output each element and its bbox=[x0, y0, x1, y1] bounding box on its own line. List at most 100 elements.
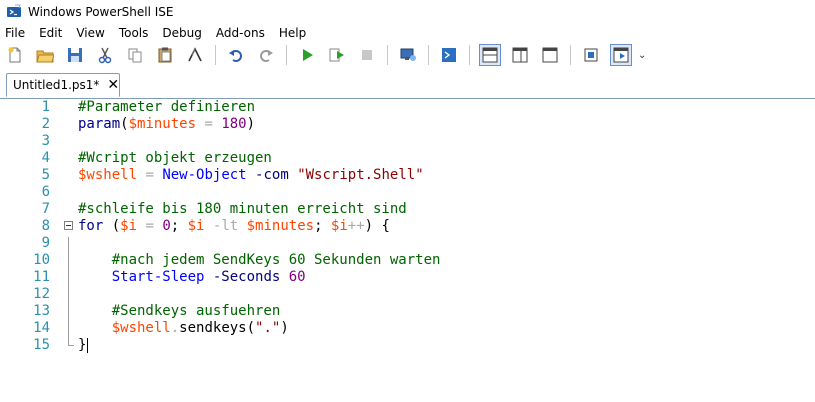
code-token: $wshell bbox=[78, 167, 138, 183]
toolbar-separator bbox=[387, 45, 388, 65]
code-line[interactable]: 15} bbox=[0, 337, 815, 354]
code-token: $wshell bbox=[111, 320, 171, 336]
start-powershell-icon[interactable] bbox=[438, 44, 460, 66]
code-line[interactable]: 12 bbox=[0, 286, 815, 303]
code-token: ++ bbox=[347, 218, 365, 234]
redo-icon[interactable] bbox=[255, 44, 277, 66]
undo-icon[interactable] bbox=[225, 44, 247, 66]
code-token: $minutes bbox=[246, 218, 315, 234]
code-line[interactable]: 13 #Sendkeys ausfuehren bbox=[0, 303, 815, 320]
script-pane-top-icon[interactable] bbox=[479, 44, 501, 66]
code-token: 0 bbox=[162, 218, 171, 234]
menu-tools[interactable]: Tools bbox=[112, 24, 156, 42]
collapse-toggle-icon[interactable] bbox=[64, 221, 73, 230]
menu-help[interactable]: Help bbox=[272, 24, 313, 42]
text-caret bbox=[87, 338, 88, 353]
powershell-ise-icon bbox=[7, 4, 21, 17]
code-token: for bbox=[78, 218, 104, 234]
code-token: "Wscript.Shell" bbox=[297, 167, 424, 183]
toolbar-overflow-icon[interactable]: ⌄ bbox=[638, 50, 646, 61]
clear-console-icon[interactable] bbox=[184, 44, 206, 66]
line-number: 4 bbox=[41, 150, 50, 166]
copy-icon[interactable] bbox=[124, 44, 146, 66]
code-text: Start-Sleep -Seconds 60 bbox=[78, 269, 306, 286]
code-token: -com bbox=[246, 167, 298, 183]
code-line[interactable]: 8 for ($i = 0; $i -lt $minutes; $i++) { bbox=[0, 218, 815, 235]
run-script-icon[interactable] bbox=[296, 44, 318, 66]
show-command-window-icon[interactable] bbox=[610, 44, 632, 66]
code-token: #Wcript objekt erzeugen bbox=[78, 150, 272, 166]
code-token: . bbox=[170, 320, 180, 336]
code-token: -Seconds bbox=[204, 269, 289, 285]
code-token: param bbox=[78, 116, 121, 132]
code-token: ) { bbox=[364, 218, 390, 234]
code-text: #schleife bis 180 minuten erreicht sind bbox=[78, 201, 407, 218]
code-token: } bbox=[78, 337, 87, 353]
code-token: 180 bbox=[221, 116, 247, 132]
code-token: ) bbox=[246, 116, 256, 132]
menu-debug[interactable]: Debug bbox=[155, 24, 208, 42]
menu-add-ons[interactable]: Add-ons bbox=[209, 24, 272, 42]
paste-icon[interactable] bbox=[154, 44, 176, 66]
code-token: -lt bbox=[204, 218, 247, 234]
code-token: = bbox=[137, 167, 163, 183]
code-line[interactable]: 14 $wshell.sendkeys(".") bbox=[0, 320, 815, 337]
code-line[interactable]: 2 param($minutes = 180) bbox=[0, 116, 815, 133]
code-line[interactable]: 7 #schleife bis 180 minuten erreicht sind bbox=[0, 201, 815, 218]
code-line[interactable]: 1 #Parameter definieren bbox=[0, 99, 815, 116]
run-selection-icon[interactable] bbox=[326, 44, 348, 66]
tab-untitled1[interactable]: Untitled1.ps1* ✕ bbox=[6, 73, 120, 97]
line-number: 3 bbox=[41, 133, 50, 149]
code-token: $minutes bbox=[128, 116, 197, 132]
code-line[interactable]: 10 #nach jedem SendKeys 60 Sekunden wart… bbox=[0, 252, 815, 269]
code-token: 60 bbox=[288, 269, 306, 285]
code-line[interactable]: 6 bbox=[0, 184, 815, 201]
code-line[interactable]: 4 #Wcript objekt erzeugen bbox=[0, 150, 815, 167]
code-line[interactable]: 5 $wshell = New-Object -com "Wscript.Shel… bbox=[0, 167, 815, 184]
code-text: #Wcript objekt erzeugen bbox=[78, 150, 272, 167]
tab-strip: Untitled1.ps1* ✕ bbox=[0, 68, 815, 99]
line-number: 14 bbox=[33, 320, 50, 336]
menu-edit[interactable]: Edit bbox=[32, 24, 69, 42]
code-token: = bbox=[196, 116, 222, 132]
menu-file[interactable]: File bbox=[0, 24, 32, 42]
code-text: $wshell.sendkeys(".") bbox=[78, 320, 289, 337]
line-number: 12 bbox=[33, 286, 50, 302]
stop-icon[interactable] bbox=[356, 44, 378, 66]
code-token: ( bbox=[246, 320, 256, 336]
show-commands-addon-icon[interactable] bbox=[580, 44, 602, 66]
menu-view[interactable]: View bbox=[69, 24, 111, 42]
line-number: 6 bbox=[41, 184, 50, 200]
code-text: for ($i = 0; $i -lt $minutes; $i++) { bbox=[78, 218, 390, 235]
code-token: #Parameter definieren bbox=[78, 99, 256, 115]
new-file-icon[interactable] bbox=[4, 44, 26, 66]
script-pane-maximized-icon[interactable] bbox=[539, 44, 561, 66]
toolbar-separator bbox=[215, 45, 216, 65]
code-token: ) bbox=[280, 320, 289, 336]
code-text: #Parameter definieren bbox=[78, 99, 255, 116]
open-folder-icon[interactable] bbox=[34, 44, 56, 66]
code-token: = bbox=[137, 218, 163, 234]
cut-icon[interactable] bbox=[94, 44, 116, 66]
close-icon[interactable]: ✕ bbox=[107, 78, 119, 92]
code-token: $i bbox=[330, 218, 348, 234]
line-number: 7 bbox=[41, 201, 50, 217]
line-number: 9 bbox=[41, 235, 50, 251]
toolbar-separator bbox=[286, 45, 287, 65]
title-bar: Windows PowerShell ISE bbox=[0, 0, 815, 24]
script-editor[interactable]: 1 #Parameter definieren 2 param($minutes = … bbox=[0, 99, 815, 402]
script-pane-right-icon[interactable] bbox=[509, 44, 531, 66]
line-number: 11 bbox=[33, 269, 50, 285]
code-line[interactable]: 9 bbox=[0, 235, 815, 252]
code-token: #nach jedem SendKeys 60 Sekunden warten bbox=[111, 252, 441, 268]
code-token: New-Object bbox=[162, 167, 247, 183]
new-remote-tab-icon[interactable] bbox=[397, 44, 419, 66]
code-token: ( bbox=[120, 116, 129, 132]
code-line[interactable]: 11 Start-Sleep -Seconds 60 bbox=[0, 269, 815, 286]
save-icon[interactable] bbox=[64, 44, 86, 66]
code-line[interactable]: 3 bbox=[0, 133, 815, 150]
tab-label: Untitled1.ps1* bbox=[13, 78, 100, 92]
code-text: #nach jedem SendKeys 60 Sekunden warten bbox=[78, 252, 441, 269]
